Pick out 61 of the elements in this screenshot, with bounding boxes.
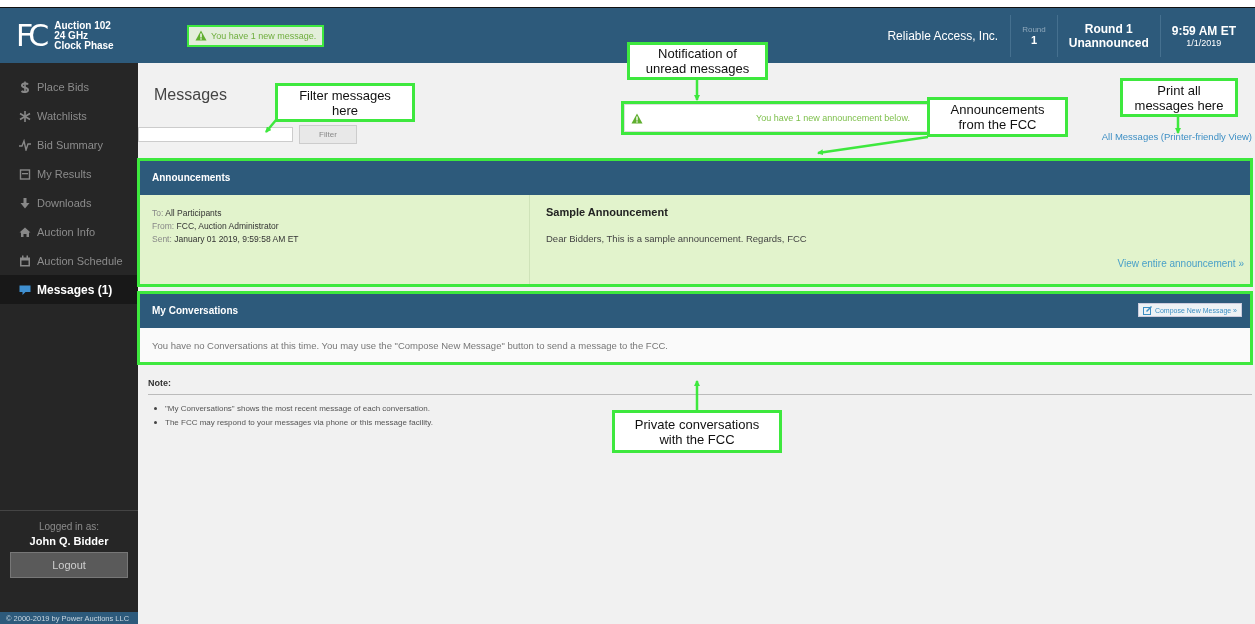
callout-box: Filter messages here [275,83,415,122]
printer-friendly-link[interactable]: All Messages (Printer-friendly View) [1101,131,1252,142]
nav-icon [19,225,31,238]
nav-item[interactable]: Place Bids [0,72,138,101]
nav-item[interactable]: Downloads [0,188,138,217]
nav-item[interactable]: My Results [0,159,138,188]
logged-in-label: Logged in as: [38,521,100,532]
round-label: Round [1022,25,1046,34]
callout-arrow [694,80,700,101]
nav-icon [19,254,31,267]
callout-box: Announcements from the FCC [927,97,1068,137]
logout-button[interactable]: Logout [10,552,128,578]
logo: FC [16,20,45,51]
message-notification[interactable]: You have 1 new message. [187,24,325,47]
bidder-name: Reliable Access, Inc. [887,28,1000,43]
panel-title: Announcements [152,171,231,183]
nav-icon [19,80,31,93]
nav-icon [19,283,31,296]
announcement-meta: Sent: January 01 2019, 9:59:58 AM ET [152,233,300,246]
nav-item[interactable]: Bid Summary [0,130,138,159]
announcement-subject: Sample Announcement [546,206,669,218]
page-title: Messages [154,86,227,104]
bullet-icon [154,406,157,410]
panel-title: My Conversations [152,304,239,316]
nav-item[interactable]: Watchlists [0,101,138,130]
nav-icon [19,167,31,180]
callout-box: Print all messages here [1120,78,1238,117]
announcement-body: Dear Bidders, This is a sample announcement. Regards, FCC [546,233,808,244]
warning-icon [631,112,643,124]
round-status: Round 1 [1084,21,1133,36]
note-text: "My Conversations" shows the most recent message of each conversation. [165,403,430,413]
auction-name: Clock Phase [54,40,114,51]
callout-arrow [694,380,700,410]
nav-icon [19,138,31,151]
nav-item[interactable]: Auction Info [0,217,138,246]
filter-field[interactable] [138,127,293,142]
warning-icon [195,30,207,41]
view-announcement-link[interactable]: View entire announcement » [1117,258,1244,269]
clock-time: 9:59 AM ET [1171,23,1236,38]
callout-box: Notification of unread messages [627,42,768,80]
auction-name: 24 GHz [54,30,90,41]
note-text: The FCC may respond to your messages via phone or this message facility. [165,417,433,427]
round-number: 1 [1030,34,1037,46]
announcement-meta: To: All Participants [152,207,223,220]
nav-item[interactable]: Messages (1) [0,275,138,304]
round-status: Unannounced [1068,35,1149,50]
user-name: John Q. Bidder [29,535,109,547]
filter-button[interactable]: Filter [299,125,357,144]
nav-item[interactable]: Auction Schedule [0,246,138,275]
callout-box: Private conversations with the FCC [612,410,782,453]
empty-message: You have no Conversations at this time. You may use the "Compose New Message" button to send a message to the FCC. [152,340,669,351]
nav-icon [19,196,31,209]
callout-arrow [1175,117,1181,134]
callout-arrow [265,119,277,133]
auction-name: Auction 102 [54,20,112,31]
nav-icon [19,109,31,122]
clock-date: 1/1/2019 [1186,37,1222,48]
announcement-meta: From: FCC, Auction Administrator [152,220,280,233]
note-heading: Note: [148,378,172,388]
bullet-icon [154,420,157,424]
edit-icon [1142,305,1152,315]
